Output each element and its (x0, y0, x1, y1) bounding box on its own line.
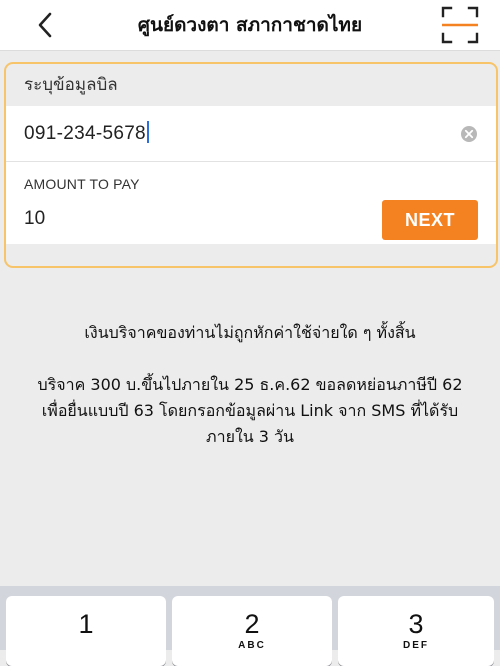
top-bar: ศูนย์ดวงตา สภากาชาดไทย (0, 0, 500, 51)
text-caret (146, 121, 149, 144)
page-title: ศูนย์ดวงตา สภากาชาดไทย (137, 14, 363, 36)
phone-number-input[interactable]: 091-234-5678 (24, 106, 149, 162)
scan-button[interactable] (440, 5, 480, 45)
back-button[interactable] (30, 9, 60, 41)
key-3[interactable]: 3 DEF (338, 596, 494, 666)
numeric-keypad: 1 2 ABC 3 DEF (0, 586, 500, 666)
key-1[interactable]: 1 (6, 596, 166, 666)
key-number: 1 (78, 609, 94, 639)
phone-number-field[interactable]: 091-234-5678 (6, 106, 496, 162)
key-letters: DEF (403, 640, 429, 651)
amount-label: AMOUNT TO PAY (24, 176, 140, 192)
no-fee-notice: เงินบริจาคของท่านไม่ถูกหักค่าใช้จ่ายใด ๆ… (84, 323, 416, 342)
panel-heading: ระบุข้อมูลบิล (24, 75, 118, 95)
scan-frame-icon (441, 6, 479, 44)
amount-input[interactable]: 10 (24, 204, 45, 234)
key-number: 2 (244, 609, 260, 639)
chevron-left-icon (38, 12, 52, 38)
key-number: 3 (408, 609, 424, 639)
phone-number-value: 091-234-5678 (24, 123, 146, 144)
tax-notice-line-2: เพื่อยื่นแบบปี 63 โดยกรอกข้อมูลผ่าน Link… (41, 401, 459, 420)
key-letters: ABC (238, 640, 266, 651)
key-2[interactable]: 2 ABC (172, 596, 332, 666)
clear-input-button[interactable] (460, 125, 478, 143)
next-button[interactable]: NEXT (382, 200, 478, 240)
bill-info-panel: ระบุข้อมูลบิล 091-234-5678 AMOUNT TO PAY… (4, 62, 498, 268)
tax-notice-line-3: ภายใน 3 วัน (206, 427, 294, 446)
clear-circle-icon (461, 126, 477, 142)
tax-notice-line-1: บริจาค 300 บ.ขึ้นไปภายใน 25 ธ.ค.62 ขอลดห… (37, 375, 463, 394)
amount-section: AMOUNT TO PAY 10 NEXT (6, 162, 496, 244)
